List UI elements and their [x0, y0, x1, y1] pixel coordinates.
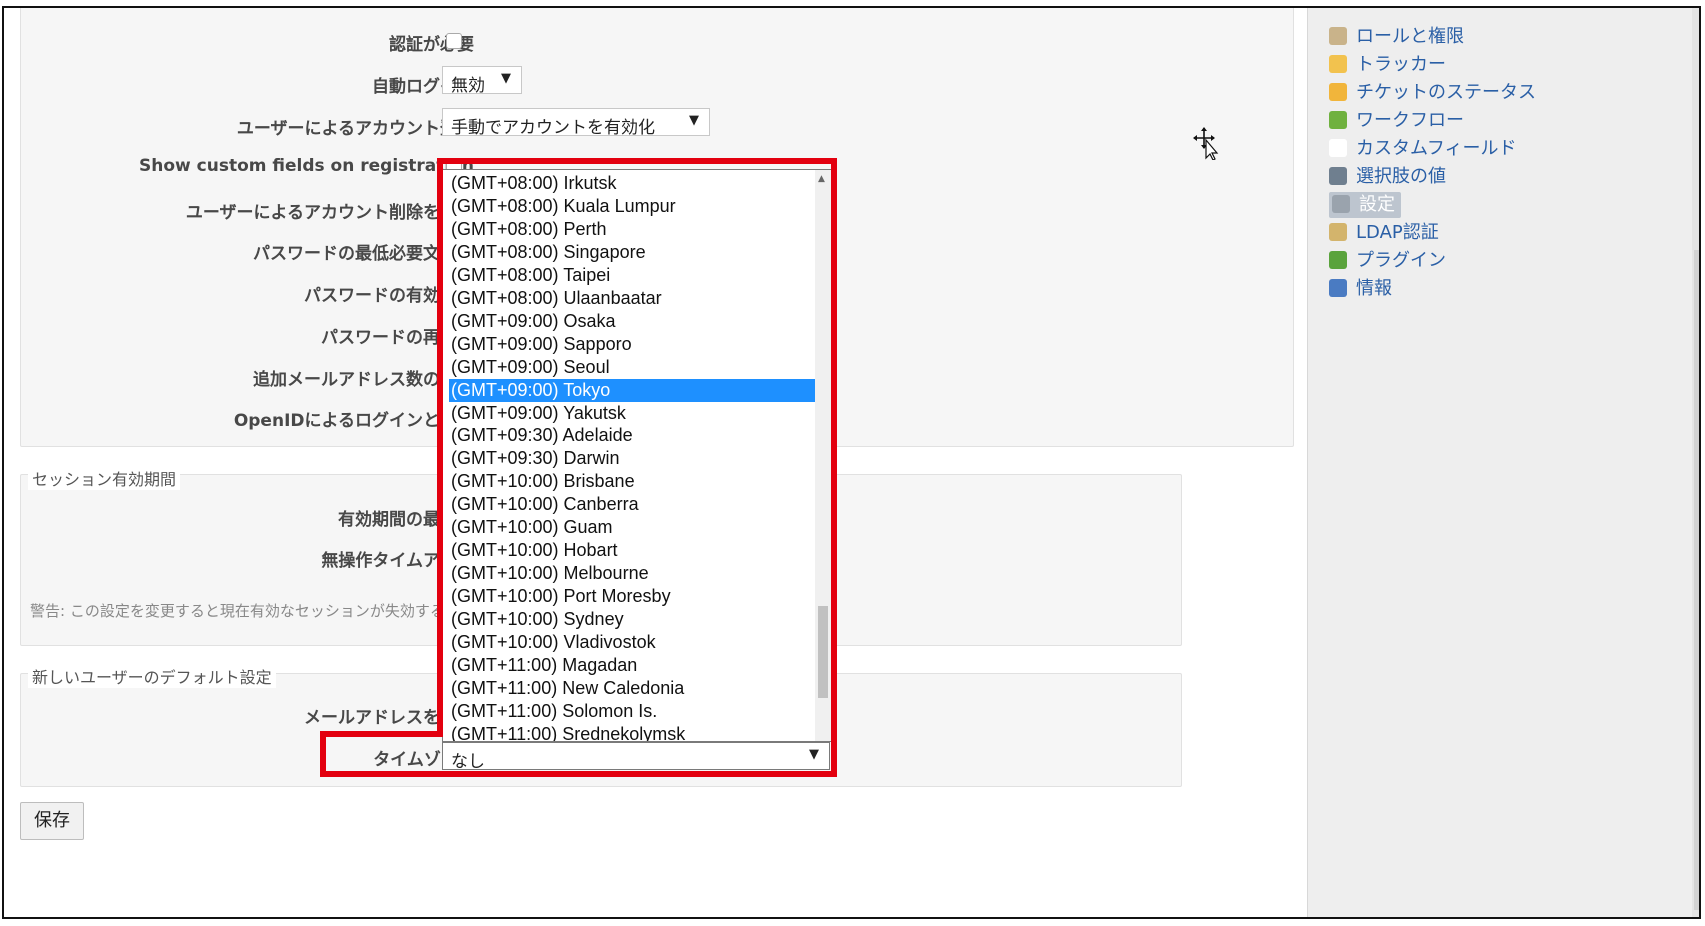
admin-menu-item-label: プラグイン — [1356, 250, 1446, 271]
admin-menu-item-label: 情報 — [1356, 278, 1392, 299]
dropdown-arrow-icon: ▼ — [501, 71, 511, 86]
autologin-select[interactable]: 無効 ▼ — [442, 66, 522, 96]
new-user-defaults-legend: 新しいユーザーのデフォルト設定 — [28, 664, 276, 688]
admin-menu-item[interactable]: チケットのステータス — [1329, 80, 1536, 106]
admin-menu-item-label: チケットのステータス — [1356, 82, 1536, 103]
settings-icon — [1332, 195, 1350, 213]
self-registration-select[interactable]: 手動でアカウントを有効化 ▼ — [442, 108, 710, 138]
red-highlight-outline — [320, 158, 837, 777]
admin-menu-item[interactable]: 選択肢の値 — [1329, 164, 1446, 190]
self-registration-value: 手動でアカウントを有効化 — [451, 118, 655, 138]
workflow-icon — [1329, 111, 1347, 129]
autologin-value: 無効 — [451, 76, 485, 96]
admin-menu-item[interactable]: 設定 — [1329, 192, 1401, 218]
admin-menu-item[interactable]: カスタムフィールド — [1329, 136, 1517, 162]
issue-status-icon — [1329, 83, 1347, 101]
settings-main: 認証が必要 自動ログイン 無効 ▼ ユーザーによるアカウント登録 手動でアカウン… — [4, 8, 1309, 917]
admin-menu-item-label: ワークフロー — [1356, 110, 1464, 131]
admin-menu-item[interactable]: プラグイン — [1329, 248, 1446, 274]
roles-icon — [1329, 27, 1347, 45]
admin-sidebar: ロールと権限 トラッカーチケットのステータス ワークフローカスタムフィールド 選択肢の… — [1307, 8, 1699, 917]
session-legend: セッション有効期間 — [28, 466, 181, 490]
admin-menu-item-label: LDAP認証 — [1356, 222, 1439, 243]
admin-menu-item-label: 選択肢の値 — [1356, 166, 1446, 187]
admin-menu-item-label: トラッカー — [1356, 54, 1446, 75]
admin-menu-item[interactable]: 情報 — [1329, 276, 1392, 302]
screenshot-frame: 認証が必要 自動ログイン 無効 ▼ ユーザーによるアカウント登録 手動でアカウン… — [2, 6, 1701, 919]
trackers-icon — [1329, 55, 1347, 73]
admin-menu-item-label: カスタムフィールド — [1356, 138, 1517, 159]
move-cursor-icon — [1193, 127, 1219, 160]
info-icon — [1329, 279, 1347, 297]
admin-menu-item[interactable]: ワークフロー — [1329, 108, 1464, 134]
plugins-icon — [1329, 251, 1347, 269]
dropdown-arrow-icon: ▼ — [689, 113, 699, 128]
self-registration-label: ユーザーによるアカウント登録 — [236, 119, 474, 139]
auth-required-label: 認証が必要 — [389, 35, 474, 55]
sidebar-scrollbar-thumb[interactable] — [1694, 250, 1699, 910]
custom-fields-icon — [1329, 139, 1347, 157]
admin-menu-item[interactable]: LDAP認証 — [1329, 220, 1439, 246]
ldap-icon — [1329, 223, 1347, 241]
admin-menu-item-label: ロールと権限 — [1356, 26, 1464, 47]
sidebar-scrollbar[interactable] — [1692, 8, 1699, 917]
auth-required-checkbox[interactable] — [446, 33, 462, 49]
enumerations-icon — [1329, 167, 1347, 185]
admin-menu-item[interactable]: ロールと権限 — [1329, 24, 1464, 50]
save-button[interactable]: 保存 — [20, 802, 84, 840]
admin-menu-item-label: 設定 — [1359, 194, 1395, 215]
admin-menu-item[interactable]: トラッカー — [1329, 52, 1446, 78]
autologin-label: 自動ログイン — [372, 77, 474, 97]
